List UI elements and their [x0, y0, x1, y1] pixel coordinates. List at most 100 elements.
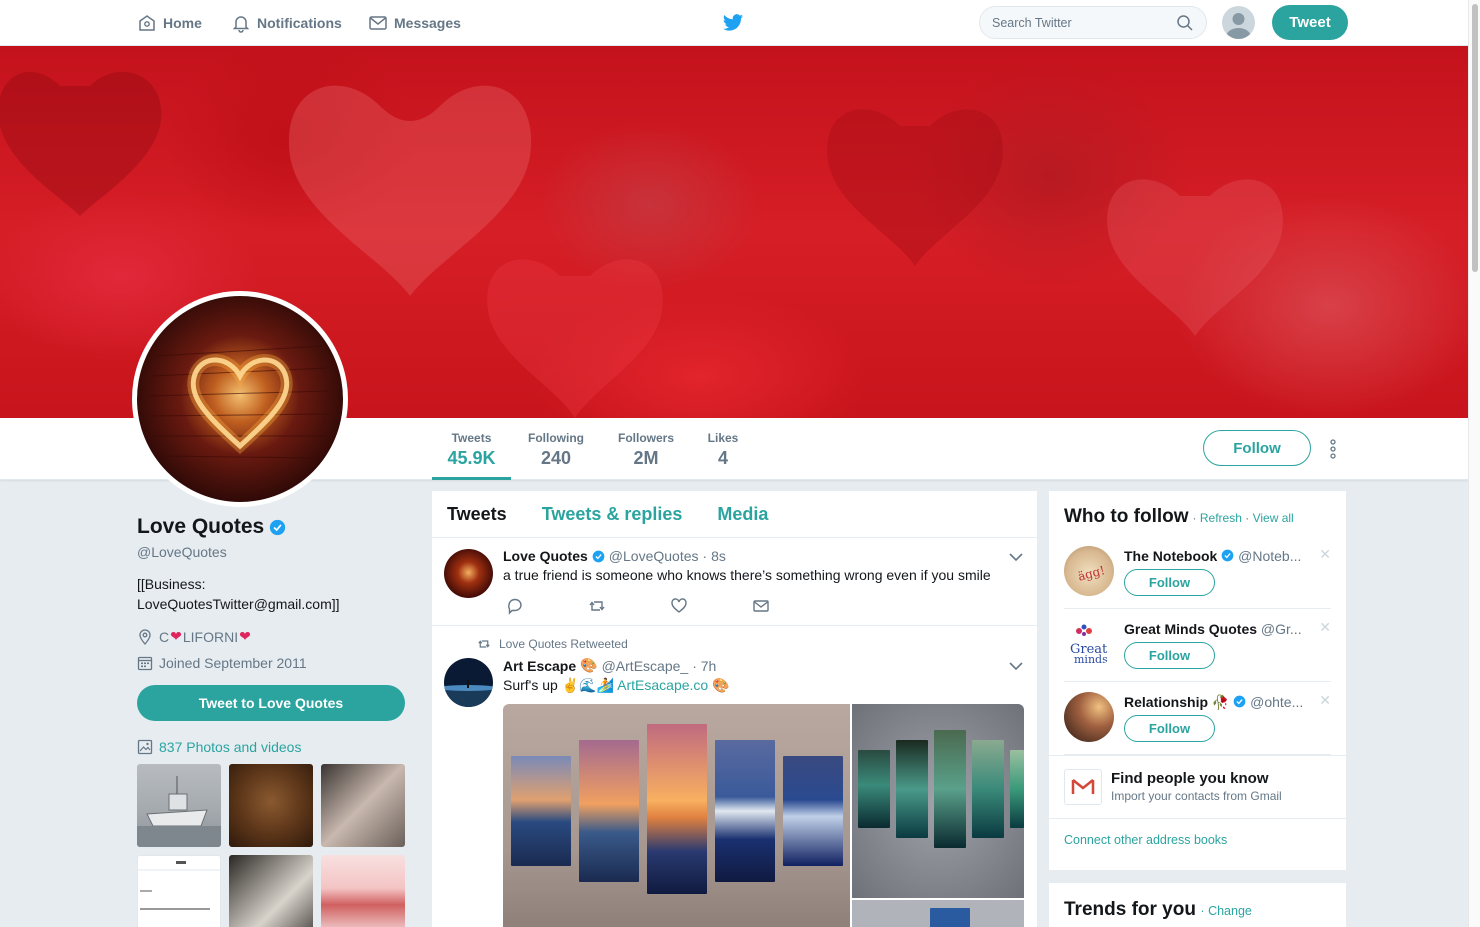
- tweet-author-name[interactable]: Art Escape: [503, 658, 576, 674]
- profile-avatar[interactable]: [132, 291, 348, 507]
- trends-change-link[interactable]: Change: [1208, 904, 1252, 918]
- stat-label: Likes: [707, 431, 739, 445]
- media-thumbnail[interactable]: [321, 855, 405, 927]
- tab-media[interactable]: Media: [717, 504, 768, 525]
- tweet-item[interactable]: Love Quotes @LoveQuotes · 8s a true frie…: [432, 538, 1037, 626]
- tweet-item[interactable]: Love Quotes Retweeted Art Escape 🎨 @ArtE…: [432, 626, 1037, 927]
- tweet-media-image[interactable]: [852, 900, 1024, 927]
- media-thumbnail[interactable]: [137, 764, 221, 847]
- suggestion-handle[interactable]: @ohte...: [1250, 694, 1303, 710]
- retweet-icon[interactable]: [588, 597, 606, 615]
- tweet-header: Love Quotes @LoveQuotes · 8s: [503, 548, 1025, 564]
- dismiss-suggestion-icon[interactable]: ✕: [1319, 546, 1331, 563]
- tweet-media-image[interactable]: [852, 704, 1024, 898]
- tweet-author-handle[interactable]: @ArtEscape_: [602, 658, 689, 674]
- tweet-timestamp[interactable]: · 8s: [703, 548, 726, 564]
- stat-followers[interactable]: Followers 2M: [612, 418, 680, 480]
- tweet-media-image[interactable]: [503, 704, 850, 927]
- suggestion-handle[interactable]: @Noteb...: [1238, 548, 1301, 564]
- suggestion-follow-button[interactable]: Follow: [1124, 715, 1215, 742]
- media-thumbnail[interactable]: [229, 764, 313, 847]
- tab-tweets[interactable]: Tweets: [447, 504, 507, 525]
- tab-tweets-and-replies[interactable]: Tweets & replies: [542, 504, 683, 525]
- palette-emoji-icon: 🎨: [580, 657, 598, 673]
- suggestion-avatar[interactable]: [1064, 692, 1114, 742]
- profile-bio: [[Business: LoveQuotesTwitter@gmail.com]…: [137, 576, 340, 612]
- twitter-bird-icon[interactable]: [722, 12, 744, 34]
- dismiss-suggestion-icon[interactable]: ✕: [1319, 619, 1331, 636]
- suggestion-avatar[interactable]: Great minds: [1064, 619, 1114, 669]
- view-all-link[interactable]: View all: [1253, 511, 1294, 525]
- notebook-avatar-image: ägg!: [1076, 563, 1106, 584]
- stat-tweets[interactable]: Tweets 45.9K: [432, 418, 511, 480]
- profile-name[interactable]: Love Quotes: [137, 515, 264, 539]
- nav-notifications[interactable]: Notifications: [231, 0, 342, 46]
- find-people-section[interactable]: Find people you know Import your contact…: [1049, 755, 1346, 819]
- verified-badge-icon: [1233, 695, 1246, 708]
- tweet-author-avatar[interactable]: [444, 658, 493, 707]
- tweet-author-avatar[interactable]: [444, 549, 493, 598]
- location-prefix: C: [159, 628, 170, 645]
- suggestion-name[interactable]: Relationship: [1124, 694, 1208, 710]
- tweet-actions: [503, 597, 1025, 615]
- suggestion-handle[interactable]: @Gr...: [1261, 621, 1302, 637]
- find-people-title[interactable]: Find people you know: [1111, 770, 1269, 787]
- dismiss-suggestion-icon[interactable]: ✕: [1319, 692, 1331, 709]
- suggestion-follow-button[interactable]: Follow: [1124, 642, 1215, 669]
- red-heart-icon: ❤: [170, 628, 182, 644]
- tweet-author-name[interactable]: Love Quotes: [503, 548, 588, 564]
- stat-label: Following: [528, 431, 584, 445]
- tweet-header: Art Escape 🎨 @ArtEscape_ · 7h: [503, 657, 1025, 674]
- refresh-link[interactable]: Refresh: [1200, 511, 1242, 525]
- follow-button[interactable]: Follow: [1203, 430, 1311, 466]
- photos-and-videos-link[interactable]: 837 Photos and videos: [137, 739, 405, 755]
- photos-count: 837 Photos and videos: [159, 739, 302, 755]
- search-icon[interactable]: [1176, 14, 1194, 32]
- timeline-tabs: Tweets Tweets & replies Media: [432, 491, 1037, 538]
- suggestion-item: ägg! The Notebook @Noteb... Follow ✕: [1064, 536, 1331, 609]
- chevron-down-icon[interactable]: [1009, 661, 1023, 671]
- stat-likes[interactable]: Likes 4: [700, 418, 746, 480]
- reply-icon[interactable]: [506, 597, 524, 615]
- media-thumbnail[interactable]: [229, 855, 313, 927]
- scrollbar-thumb[interactable]: [1472, 4, 1478, 272]
- tweet-timestamp[interactable]: · 7h: [692, 658, 716, 674]
- stat-value: 4: [717, 448, 728, 468]
- stat-value: 45.9K: [447, 448, 496, 468]
- connect-address-books-link[interactable]: Connect other address books: [1064, 833, 1331, 847]
- suggestion-name-row: Great Minds Quotes @Gr...: [1124, 621, 1314, 637]
- suggestion-name[interactable]: The Notebook: [1124, 548, 1217, 564]
- like-heart-icon[interactable]: [670, 597, 688, 615]
- compose-tweet-button[interactable]: Tweet: [1272, 5, 1348, 40]
- suggestion-name[interactable]: Great Minds Quotes: [1124, 621, 1257, 637]
- tweet-author-handle[interactable]: @LoveQuotes: [609, 548, 699, 564]
- media-thumbnail[interactable]: [321, 764, 405, 847]
- profile-handle[interactable]: @LoveQuotes: [137, 544, 405, 560]
- trends-change-separator: ·: [1200, 904, 1209, 918]
- page-scrollbar[interactable]: [1468, 0, 1480, 927]
- retweeted-by[interactable]: Love Quotes Retweeted: [499, 637, 628, 651]
- joined-date: Joined September 2011: [159, 655, 307, 671]
- tweet-to-button[interactable]: Tweet to Love Quotes: [137, 685, 405, 721]
- nav-notifications-label: Notifications: [257, 15, 342, 31]
- suggestion-item: Relationship 🥀 @ohte... Follow ✕: [1064, 682, 1331, 755]
- nav-messages-label: Messages: [394, 15, 461, 31]
- profile-avatar-image: [137, 296, 343, 502]
- location-pin-icon: [139, 628, 151, 645]
- suggestion-avatar[interactable]: ägg!: [1064, 546, 1114, 596]
- tweet-link[interactable]: ArtEsacape.co: [617, 677, 708, 693]
- suggestion-follow-button[interactable]: Follow: [1124, 569, 1215, 596]
- direct-message-icon[interactable]: [752, 597, 770, 615]
- account-avatar[interactable]: [1222, 6, 1255, 39]
- media-thumbnails: [137, 764, 405, 927]
- search-box[interactable]: [979, 6, 1207, 39]
- nav-home[interactable]: Home: [137, 0, 202, 46]
- who-to-follow-header: Who to follow · Refresh · View all: [1064, 506, 1331, 528]
- stat-following[interactable]: Following 240: [522, 418, 590, 480]
- nav-messages[interactable]: Messages: [368, 0, 461, 46]
- search-input[interactable]: [992, 15, 1176, 30]
- more-options-icon[interactable]: [1326, 438, 1340, 460]
- media-thumbnail[interactable]: [137, 855, 221, 927]
- bell-icon: [232, 16, 250, 33]
- chevron-down-icon[interactable]: [1009, 552, 1023, 562]
